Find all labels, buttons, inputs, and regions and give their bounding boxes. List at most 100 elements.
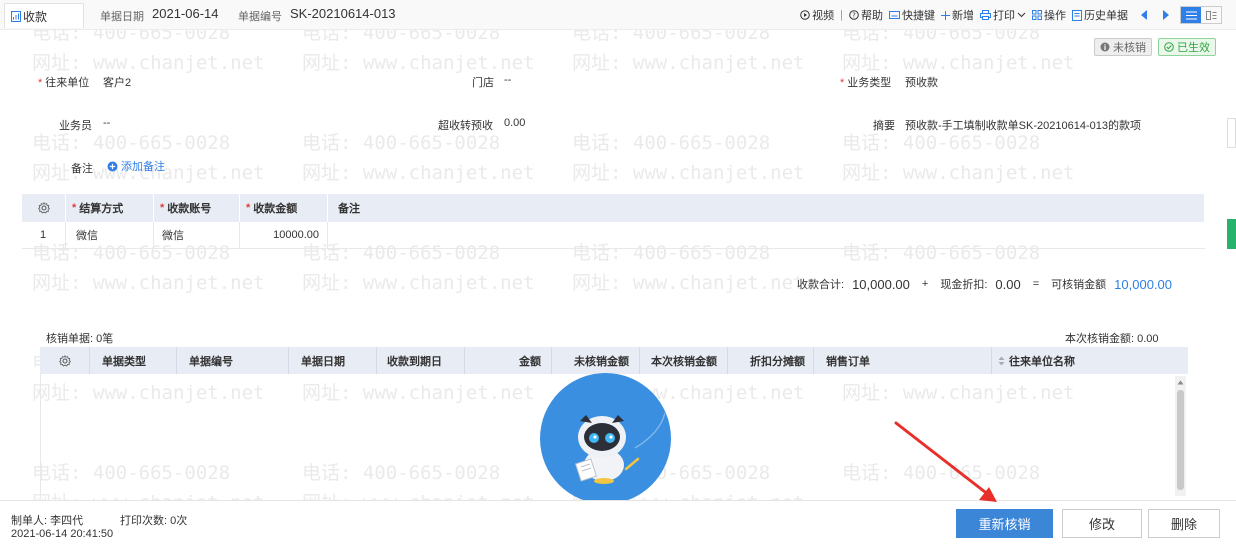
delete-button[interactable]: 删除 [1148, 509, 1220, 538]
verifiable-value: 10,000.00 [1114, 276, 1172, 292]
store-value[interactable]: -- [504, 74, 511, 86]
row-remark[interactable] [328, 222, 1205, 248]
receipt-total-value: 10,000.00 [852, 276, 910, 292]
document-header: 收款 单据日期 2021-06-14 单据编号 SK-20210614-013 … [0, 0, 1236, 30]
column-receipt-account[interactable]: * 收款账号 [154, 194, 240, 222]
summary-value[interactable]: 预收款-手工填制收款单SK-20210614-013的款项 [905, 117, 1141, 133]
column-remark[interactable]: 备注 [328, 194, 1205, 222]
doc-date-label: 单据日期 [100, 11, 144, 23]
add-button[interactable]: 新增 [941, 7, 974, 23]
required-mark: * [160, 202, 165, 214]
help-icon: ? [849, 10, 859, 20]
column-sales-order[interactable]: 销售订单 [814, 347, 992, 374]
modify-button[interactable]: 修改 [1062, 509, 1142, 538]
column-settlement-method[interactable]: * 结算方式 [66, 194, 154, 222]
column-receipt-amount[interactable]: * 收款金额 [240, 194, 328, 222]
watermark-phone: 电话: 400-665-0028 [572, 132, 771, 154]
overpay-value[interactable]: 0.00 [504, 117, 525, 129]
side-panel-tab-active[interactable] [1227, 219, 1236, 249]
column-settings[interactable] [22, 194, 66, 222]
column-doc-no[interactable]: 单据编号 [177, 347, 289, 374]
list-view-button[interactable] [1181, 7, 1201, 23]
verification-column-settings[interactable] [40, 347, 90, 374]
business-type-value[interactable]: 预收款 [905, 74, 938, 90]
watermark-site: 网址: www.chanjet.net [302, 52, 535, 74]
printer-icon [980, 10, 991, 20]
shortcut-button[interactable]: 快捷键 [889, 7, 935, 23]
doc-date-value: 2021-06-14 [152, 6, 219, 21]
totals-bar: 收款合计: 10,000.00 + 现金折扣: 0.00 = 可核销金额 10,… [797, 276, 1172, 292]
remark-label: 备注 [71, 163, 93, 175]
scroll-up-icon[interactable] [1175, 378, 1186, 388]
table-row[interactable]: 1 微信 微信 10000.00 [22, 222, 1205, 249]
column-amount[interactable]: 金额 [465, 347, 552, 374]
column-unverified-amount[interactable]: 未核销金额 [552, 347, 640, 374]
previous-icon[interactable] [1140, 10, 1148, 20]
verification-amount: 本次核销金额: 0.00 [1065, 333, 1159, 345]
business-type-label-text: 业务类型 [847, 77, 892, 89]
toolbar: 视频 | ? 帮助 快捷键 新增 打印 操作 历史单据 [800, 6, 1222, 24]
print-label: 打印 [993, 10, 1015, 22]
column-doc-date-label: 单据日期 [301, 355, 345, 368]
column-discount-share[interactable]: 折扣分摊额 [728, 347, 814, 374]
watermark-site: 网址: www.chanjet.net [572, 52, 805, 74]
row-account[interactable]: 微信 [154, 222, 240, 248]
partner-value[interactable]: 客户2 [103, 74, 131, 90]
watermark-site: 网址: www.chanjet.net [302, 162, 535, 184]
history-button[interactable]: 历史单据 [1072, 7, 1128, 23]
video-button[interactable]: 视频 [800, 7, 834, 23]
row-index: 1 [22, 222, 66, 248]
grid-icon [1032, 10, 1042, 20]
column-current-verify-amount-label: 本次核销金额 [651, 355, 717, 368]
mascot-avatar [540, 373, 671, 504]
keyboard-icon [889, 11, 900, 19]
column-current-verify-amount[interactable]: 本次核销金额 [640, 347, 728, 374]
overpay-label: 超收转预收 [438, 120, 493, 132]
created-at-info: 2021-06-14 20:41:50 [11, 528, 114, 540]
scrollbar-thumb[interactable] [1177, 390, 1184, 490]
toolbar-divider: | [840, 9, 843, 21]
equals-sign: = [1032, 278, 1040, 290]
column-due-date[interactable]: 收款到期日 [377, 347, 465, 374]
add-remark-button[interactable]: 添加备注 [107, 158, 165, 174]
list-icon [1185, 11, 1197, 19]
column-doc-type[interactable]: 单据类型 [90, 347, 177, 374]
plus-sign: + [921, 278, 929, 290]
verification-table-header: 单据类型 单据编号 单据日期 收款到期日 金额 未核销金额 本次核销金额 折扣分… [40, 347, 1188, 374]
svg-text:?: ? [852, 12, 856, 20]
reverify-button[interactable]: 重新核销 [956, 509, 1053, 538]
shortcut-label: 快捷键 [902, 10, 935, 22]
doc-no-value: SK-20210614-013 [290, 6, 396, 21]
doc-no-label: 单据编号 [238, 11, 282, 23]
help-button[interactable]: ? 帮助 [849, 7, 883, 23]
column-doc-date[interactable]: 单据日期 [289, 347, 377, 374]
help-label: 帮助 [861, 10, 883, 22]
add-remark-label: 添加备注 [121, 161, 165, 173]
verification-scrollbar[interactable] [1175, 376, 1186, 496]
watermark-site: 网址: www.chanjet.net [302, 272, 535, 294]
salesman-value[interactable]: -- [103, 117, 110, 129]
receipt-total-label: 收款合计: [797, 279, 845, 291]
column-receipt-account-label: 收款账号 [167, 203, 212, 215]
creator-info: 制单人: 李四代 [11, 515, 84, 527]
tab-receipt[interactable]: 收款 [4, 3, 84, 28]
column-remark-label: 备注 [338, 203, 360, 215]
print-button[interactable]: 打印 [980, 7, 1026, 23]
salesman-label: 业务员 [59, 120, 92, 132]
watermark-site: 网址: www.chanjet.net [842, 162, 1075, 184]
card-view-button[interactable] [1201, 7, 1221, 23]
business-type-label: * 业务类型 [840, 74, 891, 90]
row-amount[interactable]: 10000.00 [240, 222, 328, 248]
column-receipt-amount-label: 收款金额 [253, 203, 298, 215]
column-amount-label: 金额 [519, 355, 541, 368]
side-panel-tab[interactable] [1227, 118, 1236, 148]
row-method[interactable]: 微信 [66, 222, 154, 248]
column-settlement-method-label: 结算方式 [79, 203, 124, 215]
summary-label: 摘要 [873, 120, 895, 132]
gear-icon [37, 202, 50, 214]
operation-button[interactable]: 操作 [1032, 7, 1066, 23]
column-partner-name[interactable]: 往来单位名称 [992, 347, 1188, 374]
next-icon[interactable] [1162, 10, 1170, 20]
required-mark: * [72, 202, 77, 214]
required-mark: * [246, 202, 251, 214]
